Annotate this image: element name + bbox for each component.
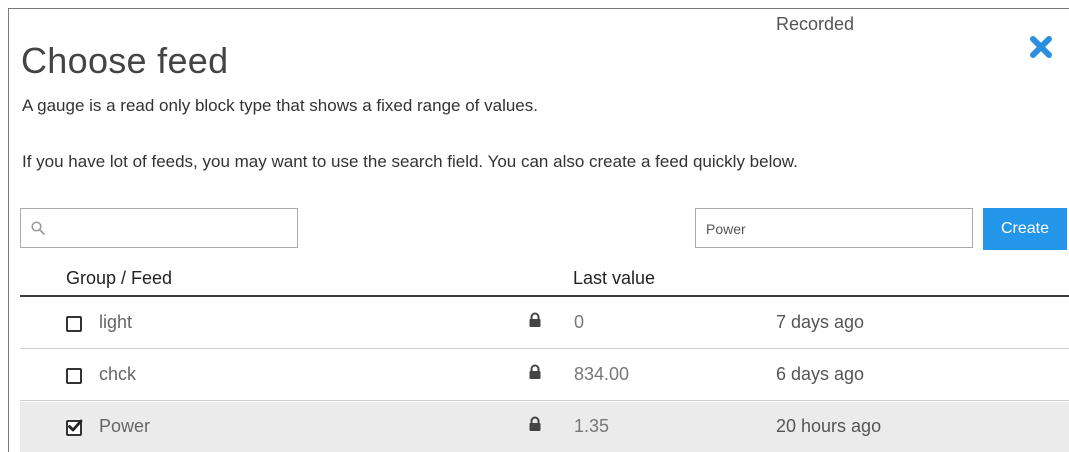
column-header-recorded: Recorded xyxy=(776,14,855,34)
lock-icon xyxy=(528,416,542,437)
modal-description: A gauge is a read only block type that s… xyxy=(22,96,538,115)
search-icon xyxy=(31,221,45,235)
modal-hint: If you have lot of feeds, you may want t… xyxy=(22,152,798,171)
column-header-group-feed: Group / Feed xyxy=(66,268,173,288)
create-button[interactable]: Create xyxy=(983,208,1067,250)
feed-name: Power xyxy=(99,416,151,436)
feed-checkbox[interactable] xyxy=(66,368,82,384)
feed-last-value: 834.00 xyxy=(574,364,630,384)
modal-border-top xyxy=(8,8,1069,9)
feed-recorded: 6 days ago xyxy=(776,364,865,384)
close-icon[interactable] xyxy=(1028,34,1054,60)
feed-last-value: 1.35 xyxy=(574,416,610,436)
lock-icon xyxy=(528,364,542,385)
checkmark-icon xyxy=(68,419,83,432)
new-feed-field[interactable] xyxy=(695,208,973,248)
feed-name: light xyxy=(99,312,133,332)
table-header-divider xyxy=(20,295,1069,297)
table-row[interactable]: light 0 7 days ago xyxy=(20,298,1069,349)
table-row-selected[interactable]: Power 1.35 20 hours ago xyxy=(20,402,1069,452)
lock-icon xyxy=(528,312,542,333)
modal-title: Choose feed xyxy=(21,40,229,81)
feed-name: chck xyxy=(99,364,137,384)
feed-recorded: 20 hours ago xyxy=(776,416,882,436)
feed-last-value: 0 xyxy=(574,312,585,332)
new-feed-input[interactable] xyxy=(704,215,968,243)
column-header-last-value: Last value xyxy=(573,268,656,288)
table-row[interactable]: chck 834.00 6 days ago xyxy=(20,350,1069,401)
search-input[interactable] xyxy=(55,215,295,243)
feed-checkbox[interactable] xyxy=(66,316,82,332)
feed-recorded: 7 days ago xyxy=(776,312,865,332)
search-field[interactable] xyxy=(20,208,298,248)
feed-checkbox-checked[interactable] xyxy=(66,419,83,436)
modal-border-left xyxy=(8,8,9,452)
